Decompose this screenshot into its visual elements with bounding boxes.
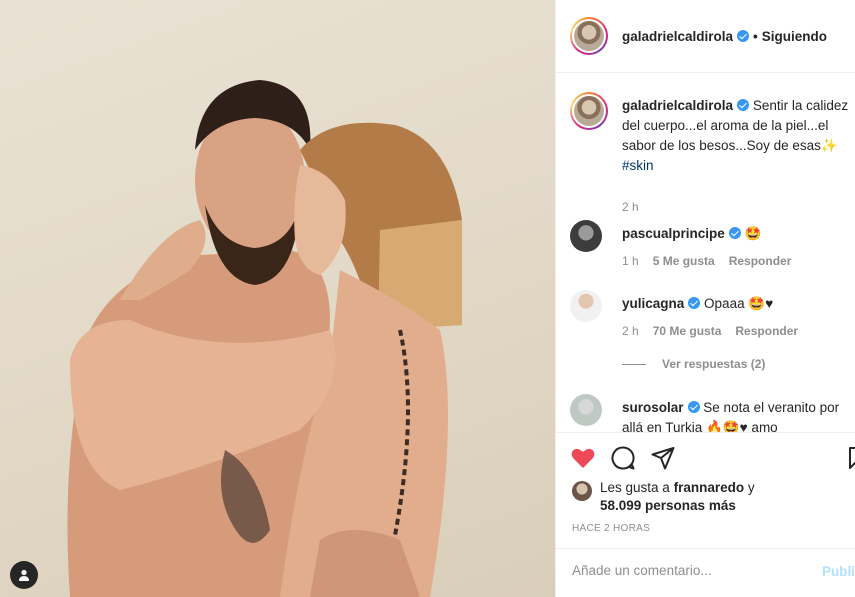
like-heart-icon[interactable] [570, 445, 596, 471]
post-photo[interactable] [0, 0, 555, 597]
view-replies-button[interactable]: Ver respuestas (2) [622, 357, 765, 371]
commenter-avatar[interactable] [570, 290, 602, 322]
reply-button[interactable]: Responder [729, 254, 792, 268]
comment-text: 🤩 [744, 226, 762, 241]
user-icon [19, 569, 29, 581]
likes-connector: y [747, 480, 755, 495]
caption-text-block: galadrielcaldirola Sentir la calidez del… [622, 96, 855, 176]
separator-dot: • [753, 28, 758, 44]
comment-time[interactable]: 2 h [622, 324, 639, 338]
publish-button[interactable]: Publicar [822, 564, 855, 579]
hashtag-link[interactable]: #skin [622, 158, 654, 173]
commenter-username[interactable]: surosolar [622, 400, 684, 415]
comment-likes-count[interactable]: 70 Me gusta [653, 324, 722, 338]
verified-badge-icon [687, 401, 700, 413]
replies-divider-line [622, 363, 646, 365]
following-button[interactable]: Siguiendo [762, 29, 827, 44]
likes-prefix: Les gusta a [600, 480, 670, 495]
verified-badge-icon [728, 227, 741, 239]
comment-bubble-icon[interactable] [610, 445, 636, 471]
reply-button[interactable]: Responder [735, 324, 798, 338]
comment-time[interactable]: 1 h [622, 254, 639, 268]
comment-likes-count[interactable]: 5 Me gusta [653, 254, 715, 268]
couple-photo-illustration [67, 80, 462, 597]
post-timestamp[interactable]: HACE 2 HORAS [572, 523, 650, 534]
post-actions: Les gusta a frannaredo y 58.099 personas… [556, 432, 855, 558]
comment-body: yulicagna Opaaa 🤩♥ [622, 294, 855, 314]
comment-input[interactable] [572, 563, 802, 578]
verified-badge-icon [737, 30, 750, 42]
comment-body: surosolar Se nota el veranito por allá e… [622, 398, 855, 432]
share-send-icon[interactable] [650, 445, 676, 471]
post-side-panel: galadrielcaldirola • Siguiendo galadriel… [555, 0, 855, 597]
commenter-username[interactable]: pascualprincipe [622, 226, 725, 241]
save-bookmark-icon[interactable] [848, 445, 855, 471]
caption-author-avatar[interactable] [570, 92, 608, 130]
author-avatar[interactable] [570, 17, 608, 55]
verified-badge-icon [737, 99, 750, 111]
commenter-username[interactable]: yulicagna [622, 296, 684, 311]
comment-meta: 1 h 5 Me gusta Responder [622, 254, 805, 268]
sparkles-emoji: ✨ [820, 138, 838, 153]
likes-text: Les gusta a frannaredo y 58.099 personas… [600, 479, 780, 515]
liker-avatar[interactable] [572, 481, 592, 501]
caption-timestamp[interactable]: 2 h [622, 200, 639, 214]
commenter-avatar[interactable] [570, 220, 602, 252]
tagged-users-button[interactable] [10, 561, 38, 589]
comment-body: pascualprincipe 🤩 [622, 224, 855, 244]
view-replies-label: Ver respuestas (2) [662, 357, 766, 371]
likes-summary: Les gusta a frannaredo y 58.099 personas… [572, 479, 780, 515]
add-comment-bar: Publicar [556, 548, 855, 597]
comment-meta: 2 h 70 Me gusta Responder [622, 324, 812, 338]
comments-list[interactable]: galadrielcaldirola Sentir la calidez del… [556, 74, 855, 432]
comment-text: Opaaa 🤩♥ [704, 296, 774, 311]
liker-username[interactable]: frannaredo [674, 480, 745, 495]
commenter-avatar[interactable] [570, 394, 602, 426]
likes-count[interactable]: 58.099 personas más [600, 498, 736, 513]
post-header: galadrielcaldirola • Siguiendo [556, 0, 855, 73]
author-username[interactable]: galadrielcaldirola [622, 29, 733, 44]
caption-author-username[interactable]: galadrielcaldirola [622, 98, 733, 113]
verified-badge-icon [688, 297, 701, 309]
